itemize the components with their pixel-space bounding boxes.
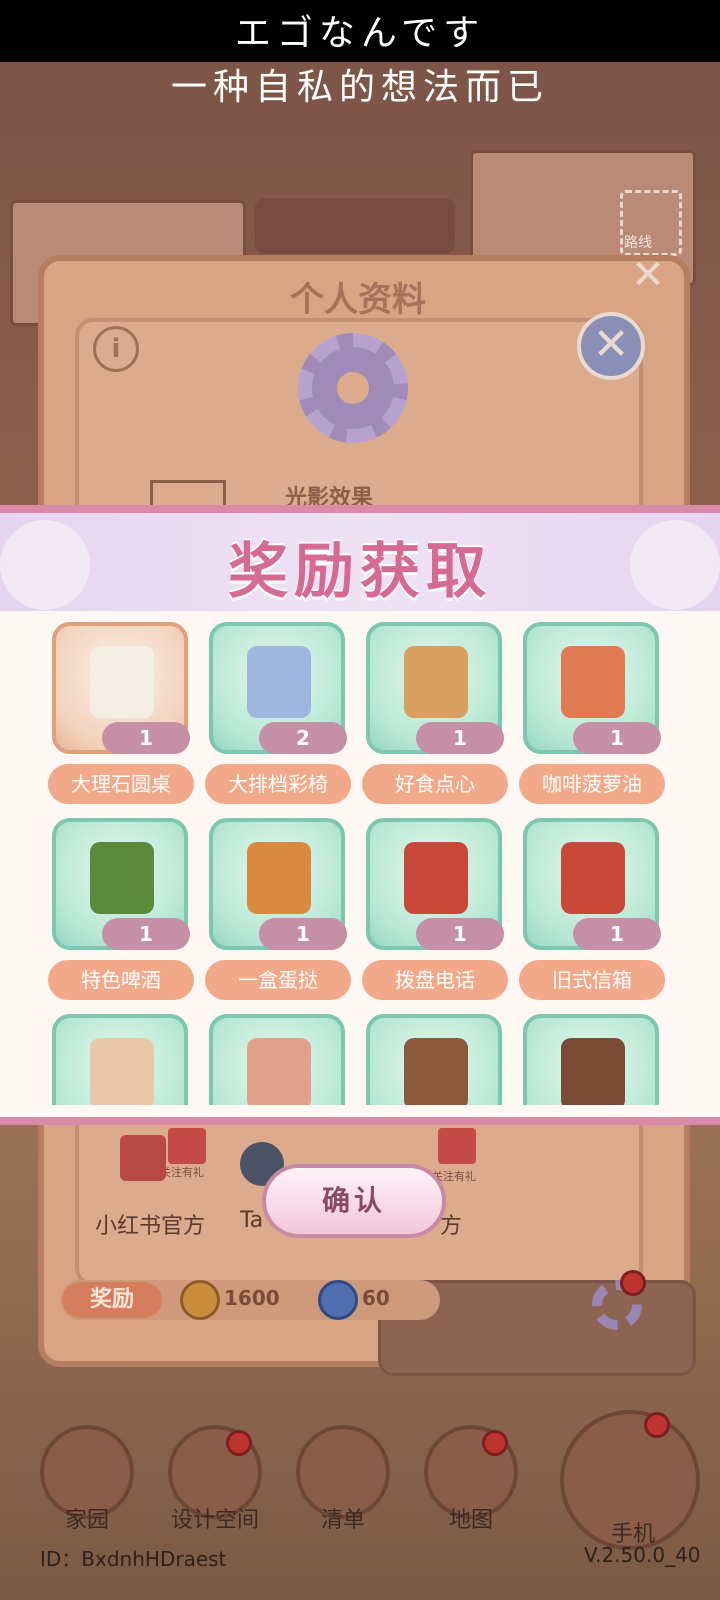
reward-item-grid: 1 大理石圆桌 2 大排档彩椅 1 好食点心 1 咖啡菠萝油 1 特色啤酒 1 一盒蛋挞 1 拨盘电话 1 旧… (0, 612, 720, 1105)
reward-item-quantity: 1 (102, 722, 190, 754)
reward-item-quantity: 1 (416, 918, 504, 950)
notification-dot (482, 1430, 508, 1456)
reward-title: 奖励获取 (228, 537, 492, 607)
close-button[interactable]: ✕ (577, 312, 645, 380)
reward-item-name: 大理石圆桌 (48, 764, 194, 804)
light-effect-icon (150, 480, 226, 505)
social-label-taptap[interactable]: Ta (240, 1208, 263, 1233)
nav-map-label: 地图 (448, 1508, 493, 1533)
close-icon[interactable]: ✕ (628, 255, 668, 295)
marble-table-icon (90, 646, 154, 718)
nav-design-label: 设计空间 (170, 1508, 259, 1533)
nav-list-label: 清单 (320, 1508, 365, 1533)
social-label-xiaohongshu[interactable]: 小红书官方 (95, 1208, 205, 1240)
xiaohongshu-icon (120, 1135, 166, 1181)
info-icon[interactable]: i (93, 326, 139, 372)
reward-item-tile (52, 1014, 188, 1105)
top-panel-tab (255, 198, 455, 254)
notification-dot (226, 1430, 252, 1456)
reward-item-quantity: 1 (416, 722, 504, 754)
reward-item-quantity: 1 (573, 722, 661, 754)
gift-icon (168, 1128, 206, 1164)
notification-dot (644, 1412, 670, 1438)
reward-item-name: 大排档彩椅 (205, 764, 351, 804)
reward-item-tile (366, 1014, 502, 1105)
social-tag: 关注有礼 (160, 1166, 204, 1179)
dim-sum-icon (404, 646, 468, 718)
reward-item-quantity: 1 (259, 918, 347, 950)
scan-label: 路线 (624, 235, 652, 251)
reward-label: 奖励 (62, 1282, 162, 1318)
plastic-chair-icon (247, 646, 311, 718)
gem-icon (318, 1280, 358, 1320)
profile-title: 个人资料 (290, 280, 426, 320)
coin-value: 1600 (224, 1286, 280, 1310)
arched-door-icon (561, 1038, 625, 1105)
beer-icon (90, 842, 154, 914)
tv-cabinet-icon (404, 1038, 468, 1105)
notification-dot (620, 1270, 646, 1296)
reward-item-name: 咖啡菠萝油 (519, 764, 665, 804)
reward-item-quantity: 1 (573, 918, 661, 950)
reward-item-tile (523, 1014, 659, 1105)
gem-value: 60 (362, 1286, 390, 1310)
reward-item-name: 特色啤酒 (48, 960, 194, 1000)
wooden-door-icon (90, 1038, 154, 1105)
subtitle-line-1: エゴなんです (234, 13, 486, 54)
user-id: ID：BxdnhHDraest (40, 1547, 227, 1571)
reward-item-tile (209, 1014, 345, 1105)
reward-item-name: 一盒蛋挞 (205, 960, 351, 1000)
reward-item-name: 旧式信箱 (519, 960, 665, 1000)
reward-item-name: 好食点心 (362, 764, 508, 804)
reward-item-quantity: 2 (259, 722, 347, 754)
confirm-button[interactable]: 确认 (262, 1164, 446, 1238)
snail-icon (247, 1038, 311, 1105)
coffee-bun-icon (561, 646, 625, 718)
rotary-phone-icon (404, 842, 468, 914)
mailbox-icon (561, 842, 625, 914)
version-label: V.2.50.0_40 (584, 1543, 701, 1567)
reward-item-name: 拨盘电话 (362, 960, 508, 1000)
egg-tart-box-icon (247, 842, 311, 914)
subtitle-line-2: 一种自私的想法而已 (170, 67, 549, 108)
gear-icon (298, 333, 408, 443)
coin-icon (180, 1280, 220, 1320)
reward-item-quantity: 1 (102, 918, 190, 950)
gift-icon (438, 1128, 476, 1164)
nav-home-label: 家园 (64, 1508, 109, 1533)
